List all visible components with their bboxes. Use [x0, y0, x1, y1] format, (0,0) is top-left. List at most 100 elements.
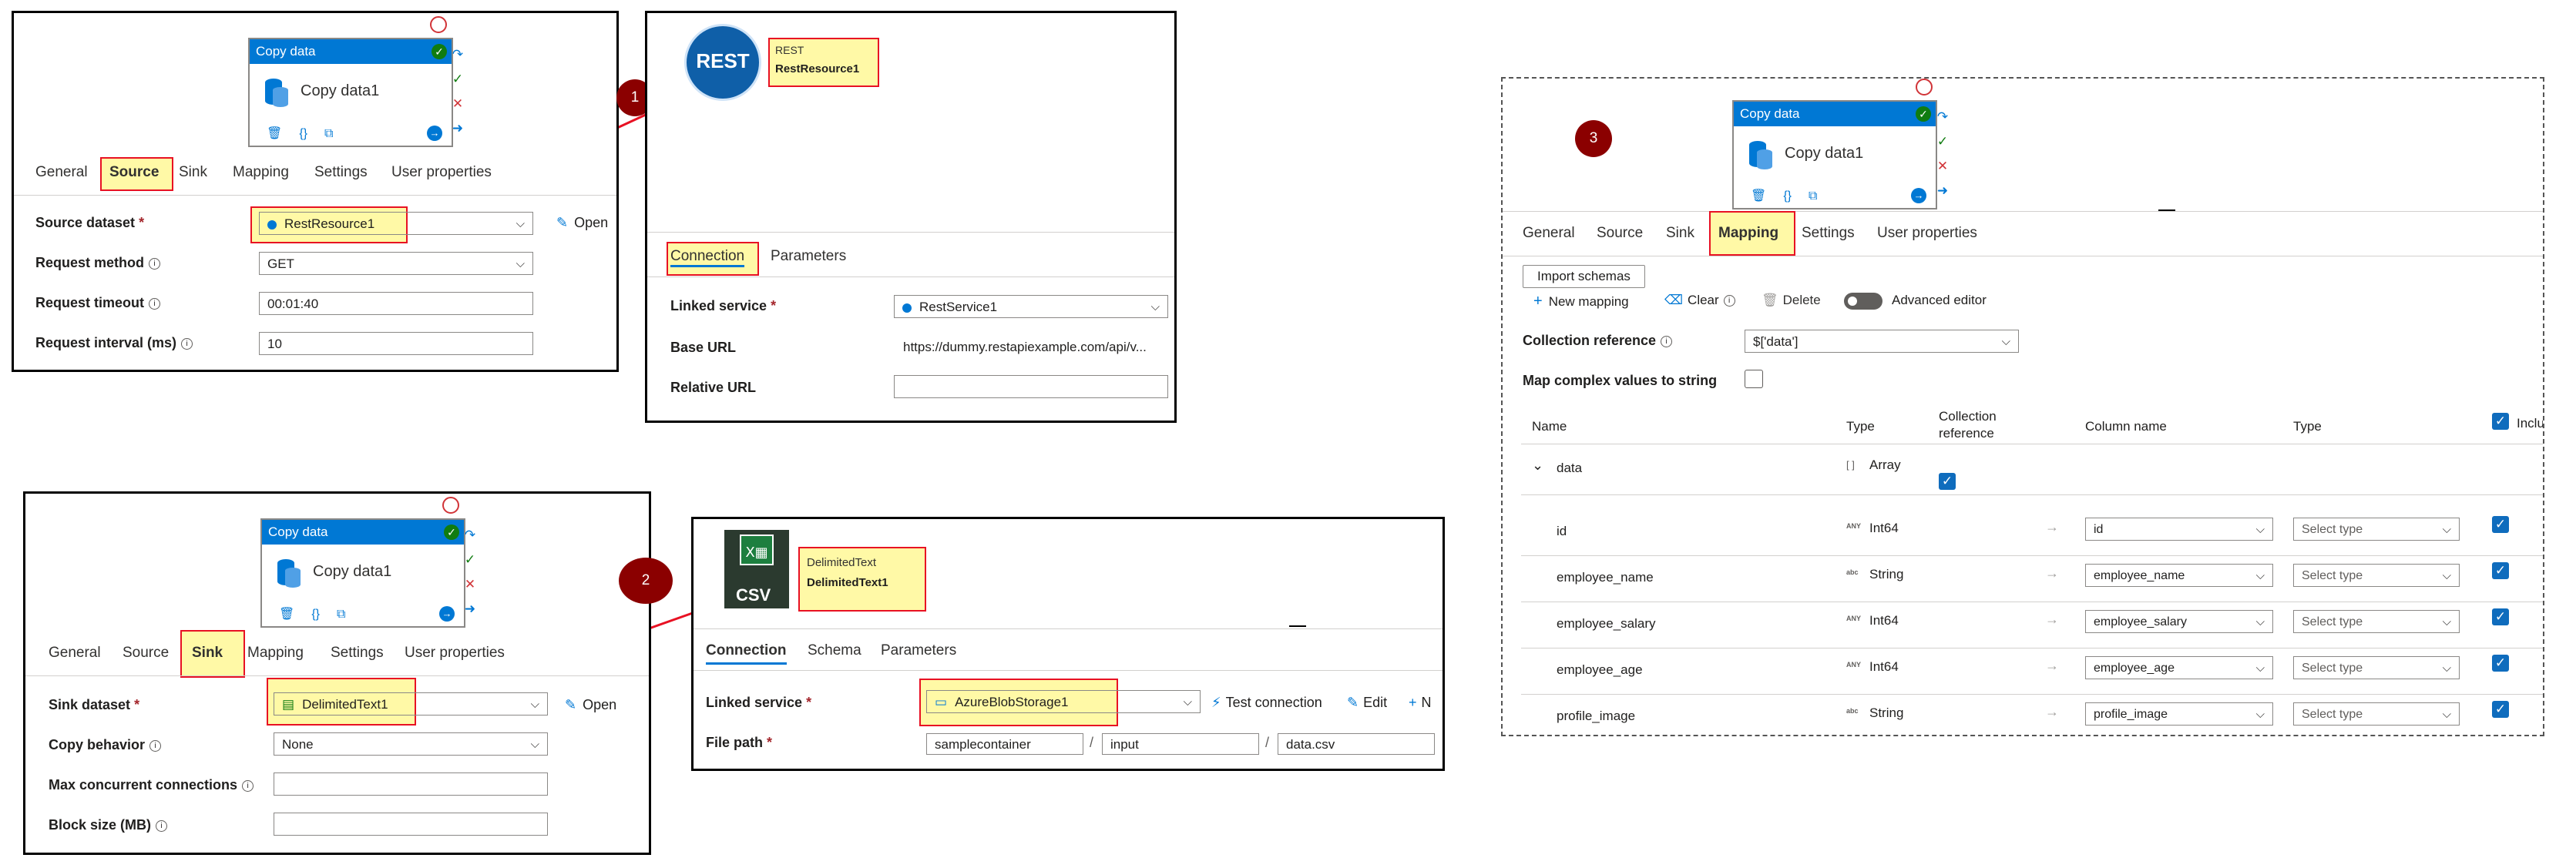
include-checkbox[interactable]: ✓ [2492, 516, 2509, 533]
tab-settings[interactable]: Settings [314, 164, 368, 181]
file-path-container-input[interactable]: samplecontainer [926, 733, 1083, 755]
type-select[interactable]: Select type ⌵ [2293, 564, 2460, 587]
skip-icon[interactable]: ↷ [451, 42, 465, 67]
group-expand-chevron-icon[interactable]: ⌄ [1532, 457, 1543, 474]
file-path-directory-input[interactable]: input [1102, 733, 1259, 755]
tab-mapping[interactable]: Mapping [1718, 225, 1778, 242]
include-checkbox[interactable]: ✓ [2492, 655, 2509, 672]
open-dataset-button[interactable]: ✎ Open [556, 215, 608, 231]
drag-handle[interactable] [1289, 625, 1306, 627]
tab-sink[interactable]: Sink [179, 164, 207, 181]
failure-icon[interactable]: ✕ [1936, 154, 1950, 179]
request-method-select[interactable]: GET ⌵ [259, 252, 533, 275]
code-icon[interactable]: {} [1783, 189, 1792, 203]
advanced-editor-toggle[interactable] [1844, 293, 1882, 310]
delete-button[interactable]: 🗑 Delete [1762, 293, 1821, 308]
tab-schema[interactable]: Schema [808, 642, 861, 659]
linked-service-select[interactable]: ▭ AzureBlobStorage1 ⌵ [926, 690, 1201, 713]
clone-icon[interactable]: ⧉ [324, 127, 333, 140]
open-dataset-button[interactable]: ✎ Open [565, 697, 616, 713]
tab-user-properties[interactable]: User properties [405, 645, 505, 662]
copy-activity-card[interactable]: Copy data ✓ Copy data1 🗑 {} ⧉ → [260, 518, 465, 628]
tab-general[interactable]: General [35, 164, 88, 181]
column-name-select[interactable]: employee_name ⌵ [2085, 564, 2273, 587]
tab-parameters[interactable]: Parameters [771, 248, 846, 265]
include-all-checkbox[interactable]: ✓ [2492, 413, 2509, 430]
base-url-label: Base URL [670, 340, 737, 355]
clone-icon[interactable]: ⧉ [1809, 189, 1817, 203]
tab-connection[interactable]: Connection [706, 642, 787, 665]
source-field-name: employee_name [1557, 570, 1654, 585]
test-connection-button[interactable]: ⚡ Test connection [1211, 695, 1322, 711]
code-icon[interactable]: {} [299, 127, 307, 140]
tab-parameters[interactable]: Parameters [881, 642, 956, 659]
import-schemas-button[interactable]: Import schemas [1523, 265, 1645, 288]
source-dataset-select[interactable]: RestResource1 ⌵ [259, 212, 533, 235]
max-concurrent-connections-input[interactable] [274, 772, 548, 796]
tab-sink[interactable]: Sink [192, 645, 223, 662]
completion-icon[interactable]: ➜ [1936, 179, 1950, 203]
new-mapping-button[interactable]: + New mapping [1533, 293, 1629, 310]
column-name-select[interactable]: employee_salary ⌵ [2085, 610, 2273, 633]
tab-user-properties[interactable]: User properties [391, 164, 492, 181]
tab-source[interactable]: Source [109, 164, 159, 181]
chevron-down-icon: ⌵ [2442, 615, 2451, 628]
delete-icon[interactable]: 🗑 [279, 608, 294, 621]
tab-general[interactable]: General [1523, 225, 1575, 242]
copy-activity-card[interactable]: Copy data ✓ Copy data1 🗑 {} ⧉ → [1732, 100, 1937, 209]
tab-mapping[interactable]: Mapping [247, 645, 304, 662]
type-select[interactable]: Select type ⌵ [2293, 610, 2460, 633]
new-button[interactable]: + N [1409, 695, 1432, 711]
tab-settings[interactable]: Settings [1802, 225, 1855, 242]
column-name-select[interactable]: id ⌵ [2085, 518, 2273, 541]
col-header-type-sink: Type [2293, 419, 2322, 434]
linked-service-select[interactable]: RestService1 ⌵ [894, 295, 1168, 318]
sink-dataset-select[interactable]: ▤ DelimitedText1 ⌵ [274, 692, 548, 716]
edit-button[interactable]: ✎ Edit [1347, 695, 1387, 711]
file-path-file-input[interactable]: data.csv [1278, 733, 1435, 755]
failure-icon[interactable]: ✕ [463, 572, 477, 597]
success-icon[interactable]: ✓ [451, 67, 465, 92]
delete-icon[interactable]: 🗑 [1751, 189, 1766, 203]
code-icon[interactable]: {} [311, 608, 320, 621]
request-interval-input[interactable]: 10 [259, 332, 533, 355]
block-size-input[interactable] [274, 813, 548, 836]
tab-user-properties[interactable]: User properties [1877, 225, 1977, 242]
tab-settings[interactable]: Settings [331, 645, 384, 662]
failure-icon[interactable]: ✕ [451, 92, 465, 116]
success-icon[interactable]: ✓ [1936, 129, 1950, 154]
include-checkbox[interactable]: ✓ [2492, 562, 2509, 579]
type-icon: abc [1846, 568, 1859, 576]
next-arrow-icon[interactable]: → [439, 606, 455, 622]
completion-icon[interactable]: ➜ [463, 597, 477, 622]
relative-url-input[interactable] [894, 375, 1168, 398]
tab-mapping[interactable]: Mapping [233, 164, 289, 181]
tab-general[interactable]: General [49, 645, 101, 662]
collection-reference-checkbox[interactable]: ✓ [1939, 473, 1956, 490]
clone-icon[interactable]: ⧉ [337, 608, 345, 621]
include-checkbox[interactable]: ✓ [2492, 701, 2509, 718]
tab-connection[interactable]: Connection [670, 248, 745, 267]
tab-source[interactable]: Source [123, 645, 169, 662]
type-select[interactable]: Select type ⌵ [2293, 518, 2460, 541]
map-complex-checkbox[interactable] [1745, 370, 1763, 388]
skip-icon[interactable]: ↷ [463, 523, 477, 548]
type-select[interactable]: Select type ⌵ [2293, 702, 2460, 726]
column-name-select[interactable]: profile_image ⌵ [2085, 702, 2273, 726]
success-icon[interactable]: ✓ [463, 548, 477, 572]
collection-reference-select[interactable]: $['data'] ⌵ [1745, 330, 2019, 353]
clear-button[interactable]: ⌫ Clear i [1664, 293, 1735, 308]
next-arrow-icon[interactable]: → [427, 126, 442, 141]
skip-icon[interactable]: ↷ [1936, 105, 1950, 129]
tab-sink[interactable]: Sink [1666, 225, 1694, 242]
type-select[interactable]: Select type ⌵ [2293, 656, 2460, 679]
tab-source[interactable]: Source [1597, 225, 1643, 242]
request-timeout-input[interactable]: 00:01:40 [259, 292, 533, 315]
delete-icon[interactable]: 🗑 [267, 127, 282, 140]
next-arrow-icon[interactable]: → [1911, 188, 1926, 203]
completion-icon[interactable]: ➜ [451, 116, 465, 141]
copy-behavior-select[interactable]: None ⌵ [274, 732, 548, 756]
copy-activity-card[interactable]: Copy data ✓ Copy data1 🗑 {} ⧉ → [248, 38, 453, 147]
include-checkbox[interactable]: ✓ [2492, 608, 2509, 625]
column-name-select[interactable]: employee_age ⌵ [2085, 656, 2273, 679]
